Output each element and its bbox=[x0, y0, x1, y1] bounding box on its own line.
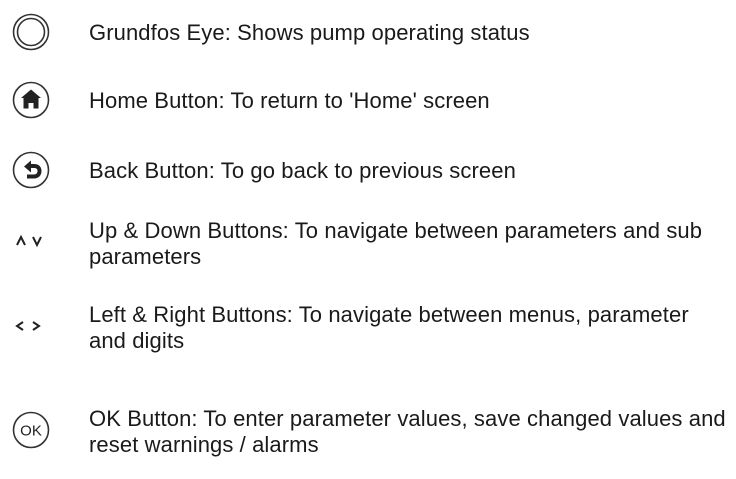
button-legend: Grundfos Eye: Shows pump operating statu… bbox=[0, 0, 736, 479]
legend-text-left-right: Left & Right Buttons: To navigate betwee… bbox=[89, 302, 689, 353]
left-right-icon bbox=[6, 306, 56, 346]
back-arrow-icon bbox=[6, 150, 56, 190]
up-down-icon bbox=[6, 220, 56, 260]
ok-glyph: OK bbox=[20, 423, 42, 440]
ok-icon: OK bbox=[6, 410, 56, 450]
legend-text-ok: OK Button: To enter parameter values, sa… bbox=[89, 406, 726, 457]
legend-item-left-right: Left & Right Buttons: To navigate betwee… bbox=[0, 302, 736, 362]
grundfos-eye-icon bbox=[6, 12, 56, 52]
legend-item-up-down: Up & Down Buttons: To navigate between p… bbox=[0, 218, 736, 278]
legend-text-back: Back Button: To go back to previous scre… bbox=[89, 158, 516, 183]
legend-text-grundfos-eye: Grundfos Eye: Shows pump operating statu… bbox=[89, 20, 530, 45]
legend-item-ok: OK OK Button: To enter parameter values,… bbox=[0, 400, 736, 470]
home-icon bbox=[6, 80, 56, 120]
legend-text-home: Home Button: To return to 'Home' screen bbox=[89, 88, 490, 113]
legend-item-back: Back Button: To go back to previous scre… bbox=[0, 150, 736, 190]
legend-text-up-down: Up & Down Buttons: To navigate between p… bbox=[89, 218, 703, 269]
legend-item-home: Home Button: To return to 'Home' screen bbox=[0, 80, 736, 120]
legend-item-grundfos-eye: Grundfos Eye: Shows pump operating statu… bbox=[0, 12, 736, 52]
